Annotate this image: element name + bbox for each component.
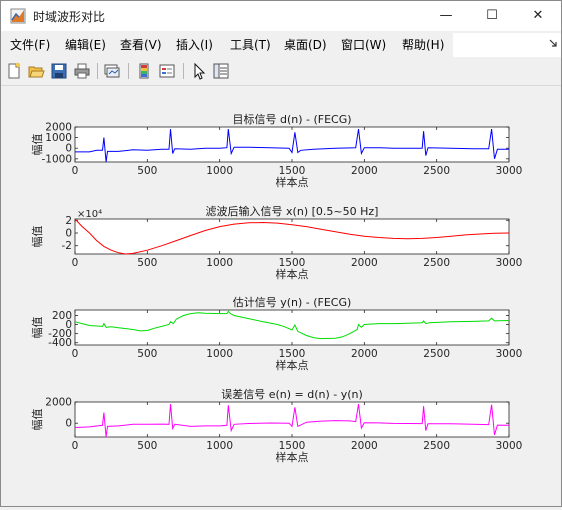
x-tick-label: 1000	[206, 348, 233, 360]
y-axis-label: 幅值	[31, 317, 44, 339]
x-tick-label: 2000	[351, 165, 378, 177]
new-figure-icon[interactable]	[5, 62, 23, 80]
title-bar[interactable]: 时域波形对比 — ☐ ✕	[1, 1, 561, 31]
menu-tools[interactable]: 工具(T)	[230, 36, 271, 53]
plot-area[interactable]	[74, 401, 510, 438]
plot-area[interactable]	[74, 126, 510, 163]
x-tick-label: 1000	[206, 165, 233, 177]
menu-help[interactable]: 帮助(H)	[402, 36, 444, 53]
figure-window: 时域波形对比 — ☐ ✕ 文件(F) 编辑(E) 查看(V) 插入(I) 工具(…	[0, 0, 562, 507]
y-axis-label: 幅值	[31, 409, 44, 431]
x-axis-label: 样本点	[276, 450, 309, 464]
property-inspector-icon[interactable]	[212, 62, 230, 80]
y-tick-label: 2000	[45, 397, 72, 409]
x-tick-label: 500	[137, 257, 157, 269]
x-tick-label: 2500	[423, 257, 450, 269]
x-tick-label: 2000	[351, 257, 378, 269]
matlab-app-icon	[10, 8, 26, 24]
menu-insert[interactable]: 插入(I)	[176, 36, 213, 53]
x-tick-label: 3000	[496, 348, 523, 360]
print-icon[interactable]	[73, 62, 91, 80]
x-tick-label: 3000	[496, 440, 523, 452]
open-file-icon[interactable]	[27, 62, 45, 80]
x-tick-label: 0	[72, 440, 79, 452]
x-tick-label: 0	[72, 348, 79, 360]
figure-toolbar	[1, 57, 561, 86]
window-title: 时域波形对比	[33, 10, 106, 24]
plot-area[interactable]	[74, 309, 510, 346]
x-tick-label: 2000	[351, 440, 378, 452]
axes-error-signal[interactable]: 误差信号 e(n) = d(n) - y(n)0 500 1000 1500 2000 2…	[31, 387, 522, 464]
x-axis-label: 样本点	[276, 175, 309, 189]
menu-edit[interactable]: 编辑(E)	[65, 36, 106, 53]
x-tick-label: 1000	[206, 440, 233, 452]
x-tick-label: 3000	[496, 257, 523, 269]
axes-filtered-input[interactable]: 滤波后输入信号 x(n) [0.5~50 Hz]0 500 1000 1500 2000…	[31, 204, 522, 281]
insert-colorbar-icon[interactable]	[135, 62, 153, 80]
menu-desktop[interactable]: 桌面(D)	[284, 36, 327, 53]
save-icon[interactable]	[50, 62, 68, 80]
minimize-button[interactable]: —	[423, 1, 469, 31]
axes-target-signal[interactable]: 目标信号 d(n) - (FECG)0 500 1000 1500 2000 2500 30…	[31, 112, 522, 189]
y-tick-label: 0	[65, 228, 72, 240]
y-tick-label: -2	[62, 240, 72, 252]
toolbar-separator	[97, 63, 98, 79]
chart-title: 滤波后输入信号 x(n) [0.5~50 Hz]	[206, 204, 379, 218]
y-tick-label: -400	[48, 337, 72, 349]
menu-view[interactable]: 查看(V)	[120, 36, 162, 53]
link-plot-icon[interactable]	[103, 62, 121, 80]
x-axis-label: 样本点	[276, 358, 309, 372]
y-tick-label: -1000	[41, 153, 72, 165]
figure-canvas[interactable]: 目标信号 d(n) - (FECG)0 500 1000 1500 2000 2500 30…	[1, 86, 561, 506]
menu-bar-filler	[453, 33, 561, 57]
toolbar-separator	[128, 63, 129, 79]
x-tick-label: 0	[72, 257, 79, 269]
y-tick-label: 0	[65, 418, 72, 430]
y-exponent-label: ×10⁴	[77, 209, 102, 220]
pointer-icon[interactable]	[190, 62, 208, 80]
x-axis-label: 样本点	[276, 267, 309, 281]
axes-estimated-signal[interactable]: 估计信号 y(n) - (FECG)0 500 1000 1500 2000 2500 30…	[31, 296, 522, 372]
x-tick-label: 0	[72, 165, 79, 177]
x-tick-label: 3000	[496, 165, 523, 177]
x-tick-label: 500	[137, 440, 157, 452]
x-tick-label: 2500	[423, 165, 450, 177]
maximize-button[interactable]: ☐	[469, 1, 515, 31]
x-tick-label: 2500	[423, 348, 450, 360]
toolbar-separator	[183, 63, 184, 79]
chart-title: 估计信号 y(n) - (FECG)	[233, 296, 352, 309]
menu-file[interactable]: 文件(F)	[10, 36, 50, 53]
dock-arrow-icon[interactable]	[549, 39, 557, 49]
y-axis-label: 幅值	[31, 226, 44, 248]
x-tick-label: 2000	[351, 348, 378, 360]
x-tick-label: 2500	[423, 440, 450, 452]
y-tick-label: 2	[65, 215, 72, 227]
menu-window[interactable]: 窗口(W)	[341, 36, 386, 53]
insert-legend-icon[interactable]	[158, 62, 176, 80]
x-tick-label: 500	[137, 165, 157, 177]
chart-title: 误差信号 e(n) = d(n) - y(n)	[221, 387, 363, 401]
close-button[interactable]: ✕	[515, 1, 561, 31]
figure-area: 目标信号 d(n) - (FECG) 0 500 1000 1500 2000 2500 30…	[1, 86, 561, 506]
x-tick-label: 1000	[206, 257, 233, 269]
y-axis-label: 幅值	[31, 134, 44, 156]
chart-title: 目标信号 d(n) - (FECG)	[232, 112, 351, 126]
x-tick-label: 500	[137, 348, 157, 360]
